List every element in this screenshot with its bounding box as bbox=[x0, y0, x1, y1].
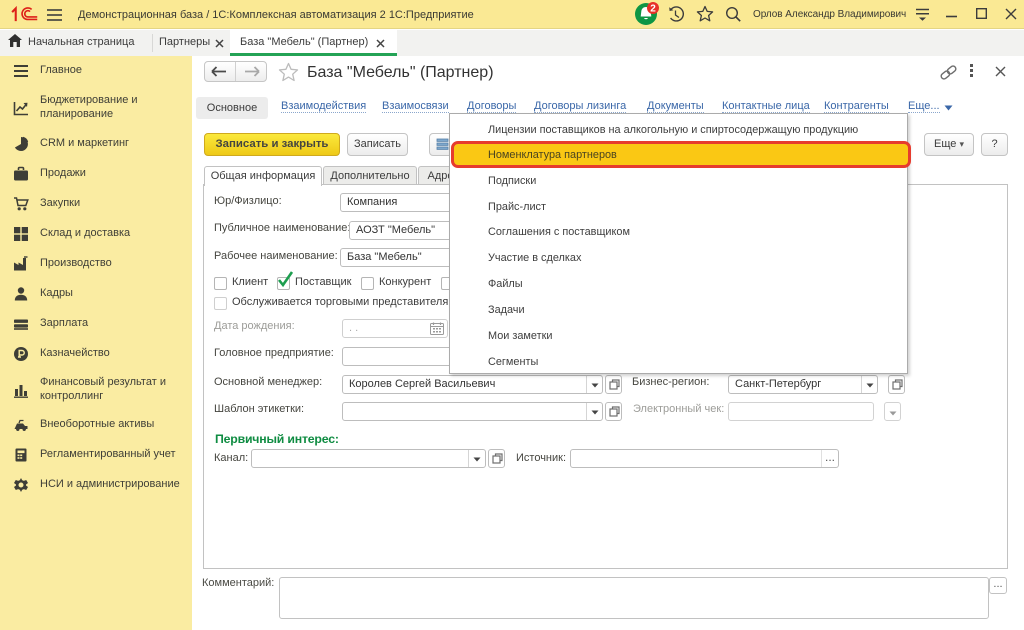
svg-text:2: 2 bbox=[650, 4, 656, 15]
